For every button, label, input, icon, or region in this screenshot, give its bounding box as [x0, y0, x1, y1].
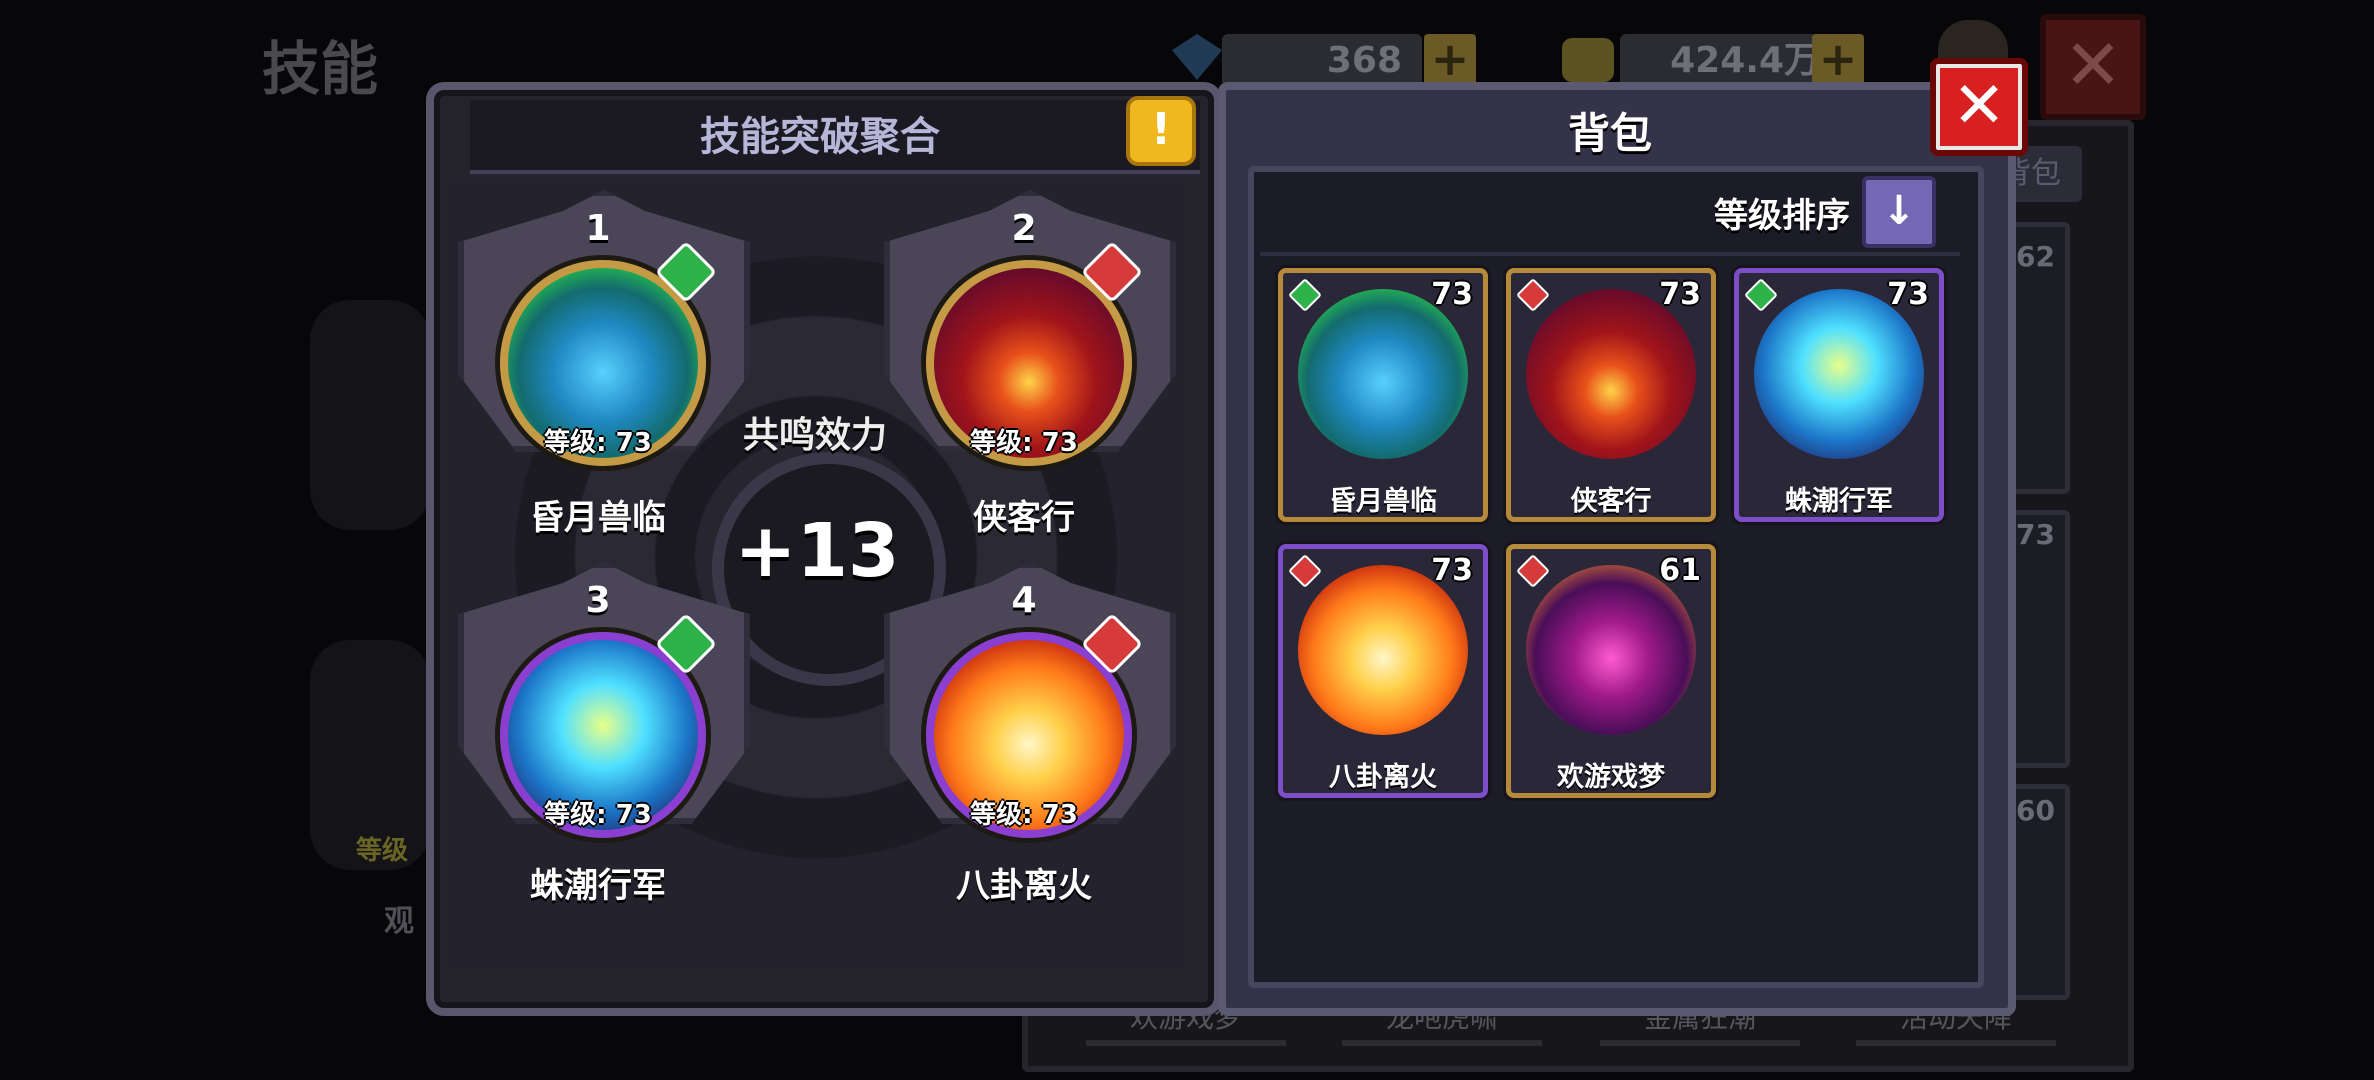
background-close-button[interactable]: ✕ — [2040, 14, 2146, 120]
inventory-item[interactable]: 73 八卦离火 — [1278, 544, 1488, 798]
nature-element-icon — [1288, 278, 1322, 312]
slot-level: 等级: 73 — [544, 800, 652, 830]
background-skill-name: 观 — [384, 904, 414, 939]
slot-level: 等级: 73 — [970, 428, 1078, 458]
background-skill-slot — [310, 300, 430, 530]
close-button[interactable]: ✕ — [1930, 58, 2028, 156]
slot-name: 八卦离火 — [956, 866, 1092, 906]
slot-name: 蛛潮行军 — [530, 866, 666, 906]
item-level: 73 — [1659, 277, 1701, 312]
nature-element-icon — [1744, 278, 1778, 312]
page-title: 技能 — [262, 35, 379, 103]
coin-icon — [1562, 38, 1614, 82]
gem-count: 368 — [1222, 34, 1422, 88]
add-coins-button[interactable]: + — [1812, 34, 1864, 86]
background-card-level: 60 — [2016, 794, 2055, 827]
slot-number: 4 — [1011, 580, 1037, 621]
skill-orb-icon — [1526, 565, 1696, 735]
item-name: 欢游戏梦 — [1557, 762, 1665, 793]
fire-element-icon — [1516, 278, 1550, 312]
fire-element-icon — [1288, 554, 1322, 588]
skill-orb-icon — [1298, 289, 1468, 459]
inventory-item[interactable]: 61 欢游戏梦 — [1506, 544, 1716, 798]
item-level: 73 — [1431, 277, 1473, 312]
item-level: 73 — [1431, 553, 1473, 588]
inventory-item[interactable]: 73 侠客行 — [1506, 268, 1716, 522]
item-name: 蛛潮行军 — [1785, 486, 1893, 517]
skill-orb-icon — [1298, 565, 1468, 735]
slot-name: 侠客行 — [973, 498, 1075, 538]
skill-orb-icon — [1754, 289, 1924, 459]
item-name: 侠客行 — [1570, 486, 1652, 517]
slot-level: 等级: 73 — [544, 428, 652, 458]
backpack-title: 背包 — [1567, 109, 1652, 158]
resonance-label: 共鸣效力 — [742, 415, 887, 456]
sort-descending-button[interactable]: ↓ — [1862, 176, 1936, 248]
fire-element-icon — [1516, 554, 1550, 588]
background-card-level: 62 — [2016, 240, 2055, 273]
item-level: 61 — [1659, 553, 1701, 588]
item-name: 昏月兽临 — [1329, 486, 1437, 517]
inventory-item[interactable]: 73 昏月兽临 — [1278, 268, 1488, 522]
item-name: 八卦离火 — [1329, 762, 1437, 793]
inventory-item[interactable]: 73 蛛潮行军 — [1734, 268, 1944, 522]
divider — [1260, 252, 1960, 256]
slot-name: 昏月兽临 — [530, 498, 666, 538]
fusion-title: 技能突破聚合 — [700, 114, 940, 160]
sort-label: 等级排序 — [1714, 196, 1850, 236]
gem-icon — [1172, 34, 1222, 80]
item-level: 73 — [1887, 277, 1929, 312]
info-button[interactable]: ! — [1126, 96, 1196, 166]
background-card-level: 73 — [2016, 518, 2055, 551]
slot-number: 3 — [585, 580, 611, 621]
slot-level: 等级: 73 — [970, 800, 1078, 830]
coin-count: 424.4万 — [1620, 34, 1840, 88]
slot-number: 2 — [1011, 208, 1037, 249]
add-gems-button[interactable]: + — [1424, 34, 1476, 86]
skill-orb-icon — [1526, 289, 1696, 459]
slot-number: 1 — [585, 208, 611, 249]
background-level-label: 等级 — [356, 836, 409, 866]
